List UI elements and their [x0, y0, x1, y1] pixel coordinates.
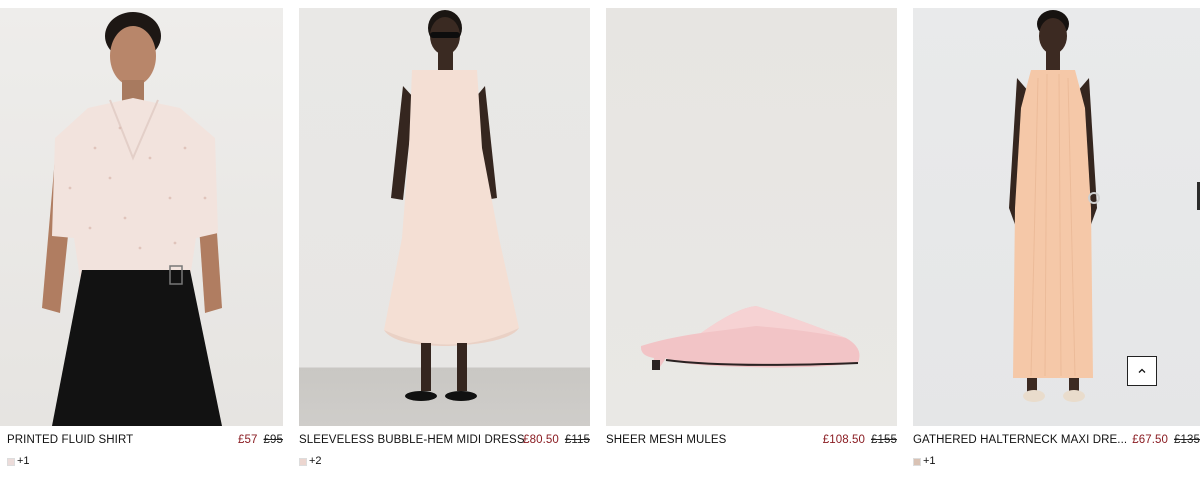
sale-price: £80.50 [523, 434, 559, 446]
more-colors-count[interactable]: +1 [923, 454, 936, 468]
product-image[interactable] [299, 8, 590, 426]
model-shirt-image [42, 12, 222, 426]
product-image[interactable] [0, 8, 283, 426]
sale-price: £67.50 [1132, 434, 1169, 446]
model-dress-image [384, 10, 519, 401]
product-meta: GATHERED HALTERNECK MAXI DRE... £67.50 £1… [913, 430, 1200, 450]
color-swatch[interactable] [7, 458, 15, 466]
product-grid: PRINTED FLUID SHIRT £57 £95 +1 SLEEVELES… [0, 8, 1200, 478]
price-group: £80.50 £115 [523, 430, 590, 450]
back-to-top-button[interactable] [1127, 356, 1157, 386]
price-group: £108.50 £155 [823, 430, 897, 450]
product-name[interactable]: GATHERED HALTERNECK MAXI DRE... [913, 430, 1127, 450]
product-card: SHEER MESH MULES £108.50 £155 [606, 8, 897, 478]
product-meta: SLEEVELESS BUBBLE-HEM MIDI DRESS £80.50 £… [299, 430, 590, 450]
product-card: GATHERED HALTERNECK MAXI DRE... £67.50 £1… [913, 8, 1200, 478]
product-meta: SHEER MESH MULES £108.50 £155 [606, 430, 897, 450]
original-price: £135 [1174, 434, 1200, 446]
chevron-up-icon [1138, 368, 1146, 373]
product-meta: PRINTED FLUID SHIRT £57 £95 [0, 430, 283, 450]
product-image[interactable] [606, 8, 897, 426]
original-price: £155 [871, 434, 897, 446]
original-price: £95 [263, 434, 283, 446]
price-group: £67.50 £135 [1132, 430, 1200, 450]
color-swatches: +2 [299, 454, 590, 468]
color-swatch[interactable] [913, 458, 921, 466]
sale-price: £57 [238, 434, 258, 446]
more-colors-count[interactable]: +1 [17, 454, 30, 468]
mule-shoe-image [640, 306, 860, 370]
color-swatch[interactable] [299, 458, 307, 466]
product-name[interactable]: SLEEVELESS BUBBLE-HEM MIDI DRESS [299, 430, 525, 450]
original-price: £115 [564, 434, 590, 446]
product-name[interactable]: SHEER MESH MULES [606, 430, 726, 450]
price-group: £57 £95 [238, 430, 283, 450]
more-colors-count[interactable]: +2 [309, 454, 322, 468]
product-card: SLEEVELESS BUBBLE-HEM MIDI DRESS £80.50 £… [299, 8, 590, 478]
color-swatches: +1 [913, 454, 1200, 468]
product-name[interactable]: PRINTED FLUID SHIRT [7, 430, 133, 450]
color-swatches: +1 [0, 454, 283, 468]
product-card: PRINTED FLUID SHIRT £57 £95 +1 [0, 8, 283, 478]
sale-price: £108.50 [822, 434, 866, 446]
